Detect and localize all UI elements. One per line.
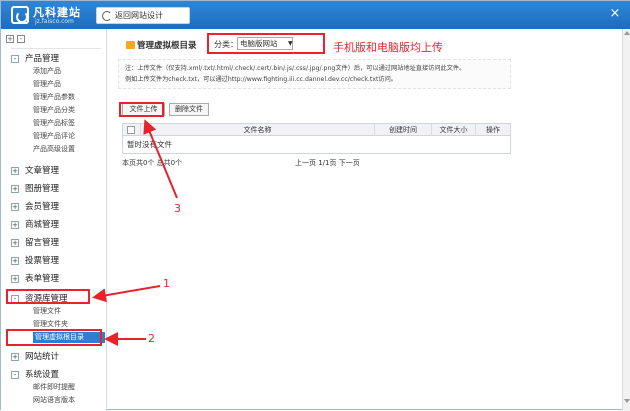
sidebar-group-articles[interactable]: + 文章管理 [11,165,103,177]
file-table: 文件名称 创建时间 文件大小 操作 暂时没有文件 [122,123,511,154]
sidebar-item-product-reviews[interactable]: 管理产品评论 [33,131,105,142]
sidebar-group-label: 会员管理 [25,202,60,212]
logo-domain: jz.faisco.com [35,18,74,25]
expand-all-icon[interactable]: + [6,35,14,43]
expand-icon[interactable]: + [11,221,19,229]
highlight-resources [6,289,90,304]
scroll-down-icon[interactable] [624,399,630,403]
annotation-note: 手机版和电脑版均上传 [333,41,443,54]
sidebar-group-product[interactable]: - 产品管理 [11,53,103,65]
collapse-icon[interactable]: - [11,55,19,63]
sidebar-group-albums[interactable]: + 图册管理 [11,183,103,195]
sidebar-group-label: 表单管理 [25,274,60,284]
notice-line-2: 例如上传文件为check.txt，可以通过http://www.fighting… [125,76,397,83]
sidebar-group-label: 图册管理 [25,184,60,194]
scroll-up-icon[interactable] [624,31,630,35]
folder-icon [126,41,135,49]
admin-window: 凡科建站 jz.faisco.com 返回网站设计 × + - - 产品管理 添加… [0,0,630,411]
close-icon[interactable]: × [607,6,623,22]
expand-icon[interactable]: + [11,275,19,283]
collapse-icon[interactable]: - [11,371,19,379]
sidebar-group-label: 留言管理 [25,238,60,248]
page-title: 管理虚拟根目录 [137,41,197,51]
expand-icon[interactable]: + [11,167,19,175]
sidebar-group-shop[interactable]: + 商城管理 [11,219,103,231]
select-all-checkbox[interactable] [127,126,135,134]
vertical-scrollbar[interactable] [622,29,630,411]
sidebar-item-product-categories[interactable]: 管理产品分类 [33,105,105,116]
logo-icon [11,6,29,24]
upload-notice: 注：上传文件（仅支持.xml/.txt/.html/.check/.cert/.… [118,59,511,89]
sidebar-group-messages[interactable]: + 留言管理 [11,237,103,249]
pager-nav[interactable]: 上一页 1/1页 下一页 [295,158,360,168]
column-header[interactable]: 创建时间 [375,124,432,136]
sidebar-group-label: 系统设置 [25,370,60,380]
main-panel: 管理虚拟根目录 分类： 电脑版网站 ▼ 注：上传文件（仅支持.xml/.txt/… [108,29,622,411]
empty-table-message: 暂时没有文件 [127,140,172,149]
return-to-design-button[interactable]: 返回网站设计 [96,7,190,24]
column-header: 操作 [486,126,500,134]
sidebar-group-members[interactable]: + 会员管理 [11,201,103,213]
sidebar-group-label: 产品管理 [25,54,60,64]
sidebar-item-manage-files[interactable]: 管理文件 [33,306,105,317]
sidebar-group-label: 商城管理 [25,220,60,230]
sidebar-item-site-languages[interactable]: 网站语言版本 [33,395,105,406]
sidebar-item-product-tags[interactable]: 管理产品标签 [33,118,105,129]
sidebar-item-email-alerts[interactable]: 邮件即时提醒 [33,382,105,393]
highlight-upload [119,102,164,117]
sidebar-group-forms[interactable]: + 表单管理 [11,273,103,285]
expand-icon[interactable]: + [11,185,19,193]
annotation-label-3: 3 [174,202,181,215]
sidebar-group-label: 文章管理 [25,166,60,176]
sidebar-group-system[interactable]: - 系统设置 [11,369,103,381]
select-all-cell [123,124,141,136]
delete-file-button[interactable]: 删除文件 [169,103,209,116]
expand-icon[interactable]: + [11,353,19,361]
column-header[interactable]: 文件名称 [141,124,375,136]
expand-icon[interactable]: + [11,257,19,265]
annotation-label-2: 2 [148,332,155,345]
sidebar-group-stats[interactable]: + 网站统计 [11,351,103,363]
sidebar-item-add-product[interactable]: 添加产品 [33,66,105,77]
expand-icon[interactable]: + [11,203,19,211]
highlight-virtual-root [6,329,102,346]
sidebar-item-product-params[interactable]: 管理产品参数 [33,92,105,103]
pager-total: 本页共0个 总共0个 [122,159,183,167]
sidebar-divider [11,48,101,49]
annotation-label-1: 1 [163,277,170,290]
notice-line-1: 注：上传文件（仅支持.xml/.txt/.html/.check/.cert/.… [125,65,466,72]
sidebar: + - - 产品管理 添加产品 管理产品 管理产品参数 管理产品分类 管理产品标签… [1,29,107,411]
sidebar-item-product-advanced[interactable]: 产品高级设置 [33,144,105,155]
column-header[interactable]: 文件大小 [432,124,476,136]
sidebar-item-manage-products[interactable]: 管理产品 [33,79,105,90]
title-bar: 凡科建站 jz.faisco.com 返回网站设计 × [1,1,630,29]
highlight-category [207,33,325,54]
collapse-all-icon[interactable]: - [17,35,25,43]
expand-icon[interactable]: + [11,239,19,247]
sidebar-group-label: 网站统计 [25,352,60,362]
table-header: 文件名称 创建时间 文件大小 操作 [123,124,510,136]
sidebar-group-label: 投票管理 [25,256,60,266]
sidebar-group-votes[interactable]: + 投票管理 [11,255,103,267]
